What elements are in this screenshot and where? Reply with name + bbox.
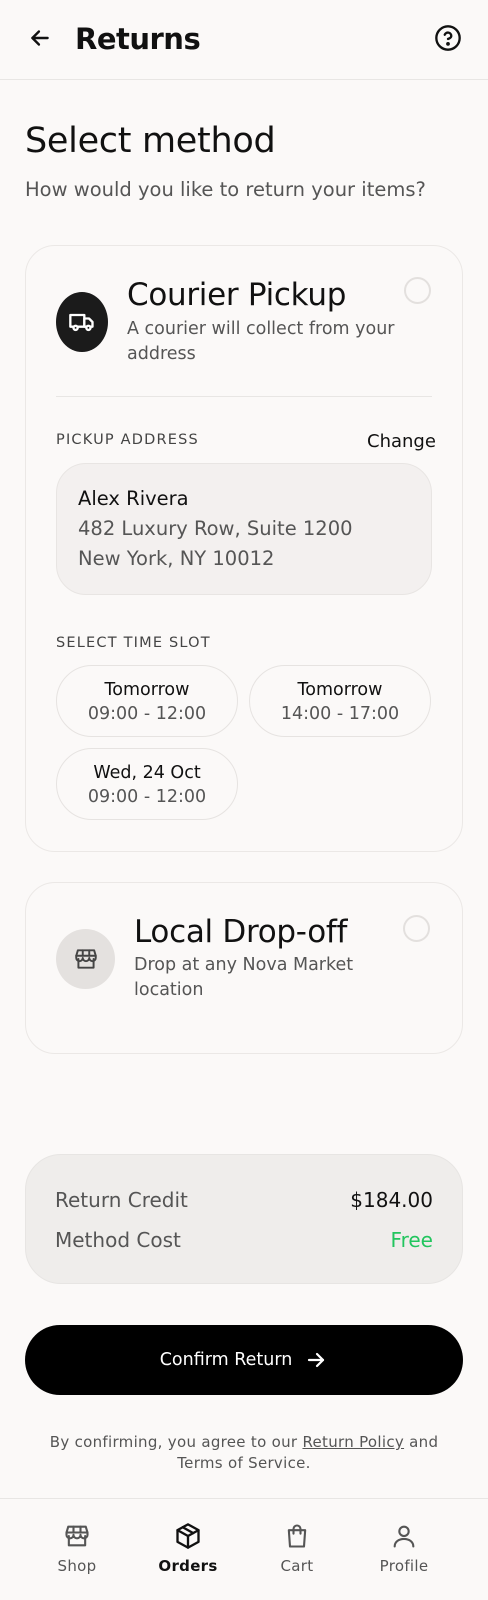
slot-time: 09:00 - 12:00 [87, 704, 207, 724]
address-name: Alex Rivera [78, 487, 189, 510]
dropoff-title: Local Drop-off [134, 914, 348, 950]
store-icon [65, 1525, 89, 1547]
time-slot-option[interactable]: Tomorrow 09:00 - 12:00 [56, 665, 238, 737]
dropoff-description: Drop at any Nova Market location [134, 955, 354, 1000]
confirm-return-button[interactable]: Confirm Return [25, 1325, 463, 1395]
nav-item-profile[interactable]: Profile [359, 1522, 449, 1576]
address-line2: New York, NY 10012 [78, 547, 275, 570]
bag-icon [287, 1524, 307, 1548]
return-summary [25, 1154, 463, 1284]
return-policy-link[interactable]: Return Policy [302, 1433, 404, 1451]
time-slot-option[interactable]: Tomorrow 14:00 - 17:00 [249, 665, 431, 737]
courier-icon-badge [56, 292, 108, 352]
slot-day: Tomorrow [104, 680, 190, 700]
dropoff-icon-badge [56, 929, 115, 989]
arrow-right-icon [308, 1352, 325, 1368]
slot-day: Wed, 24 Oct [93, 763, 201, 783]
change-address-link[interactable]: Change [367, 430, 436, 454]
nav-item-shop[interactable]: Shop [32, 1522, 122, 1576]
back-button[interactable] [24, 22, 56, 54]
time-slot-option[interactable]: Wed, 24 Oct 09:00 - 12:00 [56, 748, 238, 820]
method-cost-label: Method Cost [55, 1228, 181, 1252]
return-credit-label: Return Credit [55, 1188, 188, 1212]
terms-text: By confirming, you agree to our Return P… [40, 1432, 448, 1474]
arrow-left-icon [31, 30, 49, 46]
page-subtitle: How would you like to return your items? [25, 178, 426, 201]
nav-label-shop: Shop [57, 1557, 97, 1575]
divider [56, 396, 432, 397]
help-button[interactable] [432, 22, 464, 54]
courier-description: A courier will collect from your address [127, 319, 395, 364]
slot-time: 14:00 - 17:00 [280, 704, 400, 724]
box-icon [176, 1523, 200, 1549]
app-header [0, 0, 488, 80]
help-circle-icon [435, 25, 461, 51]
nav-item-cart[interactable]: Cart [252, 1522, 342, 1576]
method-cost-value: Free [390, 1228, 433, 1252]
courier-title: Courier Pickup [127, 277, 347, 313]
nav-label-cart: Cart [280, 1557, 314, 1575]
confirm-return-label: Confirm Return [159, 1350, 293, 1370]
nav-label-profile: Profile [379, 1557, 429, 1575]
slot-time: 09:00 - 12:00 [87, 787, 207, 807]
time-slot-label: SELECT TIME SLOT [56, 635, 211, 651]
truck-icon [69, 313, 94, 332]
user-icon [393, 1525, 415, 1548]
return-credit-value: $184.00 [350, 1188, 433, 1212]
address-line1: 482 Luxury Row, Suite 1200 [78, 517, 353, 540]
slot-day: Tomorrow [297, 680, 383, 700]
nav-item-orders[interactable]: Orders [143, 1522, 233, 1576]
pickup-address-label: PICKUP ADDRESS [56, 432, 199, 448]
nav-label-orders: Orders [158, 1557, 218, 1575]
dropoff-radio[interactable] [403, 915, 430, 942]
store-icon [74, 949, 97, 969]
courier-radio[interactable] [404, 277, 431, 304]
page-title: Select method [25, 121, 276, 161]
terms-prefix: By confirming, you agree to our [49, 1433, 298, 1451]
header-title: Returns [75, 22, 201, 56]
